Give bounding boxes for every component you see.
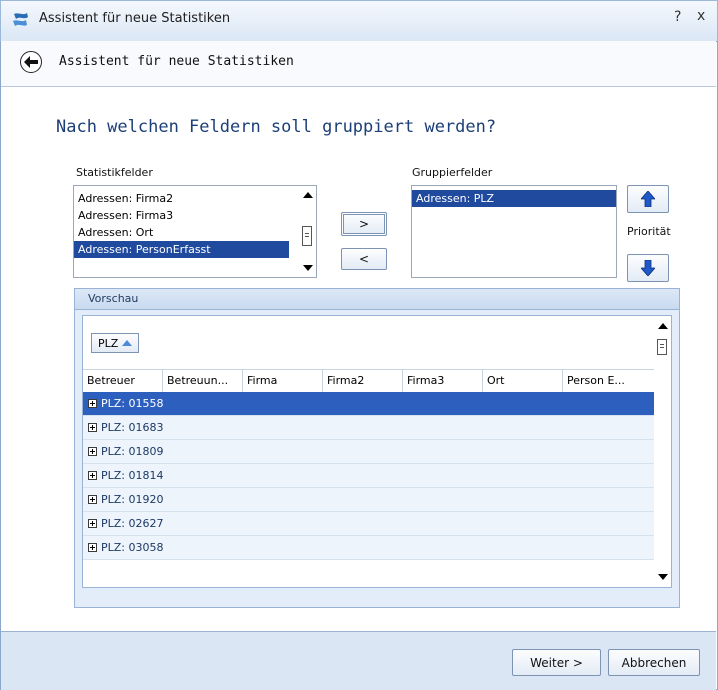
column-header[interactable]: Betreuun... — [163, 370, 243, 392]
move-right-button[interactable]: > — [341, 212, 387, 236]
group-chip-plz[interactable]: PLZ — [91, 333, 140, 353]
wizard-nav-bar: Assistent für neue Statistiken — [1, 41, 716, 87]
table-row[interactable]: PLZ: 01558 — [83, 392, 656, 416]
row-label: PLZ: 01809 — [101, 444, 164, 458]
list-item[interactable]: Adressen: Ort — [74, 224, 316, 241]
arrow-up-icon — [641, 191, 655, 207]
table-row[interactable]: PLZ: 03058 — [83, 536, 656, 560]
group-fields-label: Gruppierfelder — [412, 166, 493, 179]
row-label: PLZ: 01558 — [101, 396, 164, 410]
row-label: PLZ: 01683 — [101, 420, 164, 434]
group-by-area: PLZ — [83, 316, 656, 369]
table-row[interactable]: PLZ: 01814 — [83, 464, 656, 488]
next-button[interactable]: Weiter > — [512, 649, 601, 676]
row-label: PLZ: 02627 — [101, 516, 164, 530]
table-row[interactable]: PLZ: 01809 — [83, 440, 656, 464]
column-header[interactable]: Betreuer — [83, 370, 163, 392]
scroll-thumb[interactable] — [302, 226, 312, 246]
table-row[interactable]: PLZ: 01683 — [83, 416, 656, 440]
grid-rows: PLZ: 01558 PLZ: 01683 PLZ: 01809 PLZ: 01… — [83, 392, 656, 560]
expand-icon[interactable] — [88, 399, 97, 408]
title-bar: Assistent für neue Statistiken ? x — [0, 0, 718, 42]
back-button[interactable] — [20, 51, 42, 73]
arrow-down-icon — [641, 260, 655, 276]
wizard-title: Assistent für neue Statistiken — [59, 54, 294, 69]
priority-down-button[interactable] — [627, 254, 669, 282]
preview-scrollbar[interactable] — [654, 316, 671, 587]
table-row[interactable]: PLZ: 02627 — [83, 512, 656, 536]
list-item[interactable]: Adressen: PLZ — [412, 190, 616, 207]
scroll-up-icon[interactable] — [303, 192, 313, 198]
expand-icon[interactable] — [88, 423, 97, 432]
scroll-down-icon[interactable] — [658, 574, 668, 580]
move-left-button[interactable]: < — [341, 248, 387, 270]
preview-grid: PLZ Betreuer Betreuun... Firma Firma2 Fi… — [82, 315, 672, 588]
list-item[interactable]: Adressen: Firma3 — [74, 207, 316, 224]
row-label: PLZ: 03058 — [101, 540, 164, 554]
list-item[interactable]: Adressen: PersonErfasst — [74, 241, 289, 258]
app-logo-icon — [13, 13, 28, 26]
column-header[interactable]: Ort — [483, 370, 563, 392]
arrow-left-icon — [24, 56, 38, 68]
priority-label: Priorität — [627, 225, 671, 238]
grid-column-headers: Betreuer Betreuun... Firma Firma2 Firma3… — [83, 369, 656, 393]
window-title: Assistent für neue Statistiken — [39, 11, 231, 26]
priority-up-button[interactable] — [627, 185, 669, 213]
scroll-thumb[interactable] — [657, 339, 667, 355]
scroll-down-icon[interactable] — [303, 265, 313, 271]
column-header[interactable]: Firma — [243, 370, 323, 392]
close-button[interactable]: x — [697, 8, 705, 24]
preview-scroll-track[interactable] — [654, 316, 671, 587]
preview-panel: Vorschau PLZ Betreuer Betreuun... Firma … — [74, 288, 680, 608]
expand-icon[interactable] — [88, 543, 97, 552]
column-header[interactable]: Firma2 — [323, 370, 403, 392]
expand-icon[interactable] — [88, 519, 97, 528]
group-fields-list[interactable]: Adressen: PLZ — [411, 185, 617, 278]
scroll-up-icon[interactable] — [658, 323, 668, 329]
table-row[interactable]: PLZ: 01920 — [83, 488, 656, 512]
column-header[interactable]: Firma3 — [403, 370, 483, 392]
statistic-fields-scrollbar[interactable] — [299, 186, 316, 277]
page-question: Nach welchen Feldern soll gruppiert werd… — [56, 117, 497, 137]
statistic-fields-list[interactable]: Adressen: Firma2 Adressen: Firma3 Adress… — [73, 185, 317, 278]
footer-bar: Weiter > Abbrechen — [1, 631, 716, 690]
list-item[interactable]: Adressen: Firma2 — [74, 190, 316, 207]
expand-icon[interactable] — [88, 471, 97, 480]
group-chip-label: PLZ — [98, 336, 119, 350]
expand-icon[interactable] — [88, 495, 97, 504]
preview-header: Vorschau — [75, 289, 679, 310]
cancel-button[interactable]: Abbrechen — [608, 649, 700, 676]
sort-ascending-icon — [122, 340, 133, 346]
expand-icon[interactable] — [88, 447, 97, 456]
help-button[interactable]: ? — [674, 9, 681, 25]
column-header[interactable]: Person E... — [563, 370, 656, 392]
statistic-fields-label: Statistikfelder — [76, 166, 153, 179]
row-label: PLZ: 01920 — [101, 492, 164, 506]
row-label: PLZ: 01814 — [101, 468, 164, 482]
